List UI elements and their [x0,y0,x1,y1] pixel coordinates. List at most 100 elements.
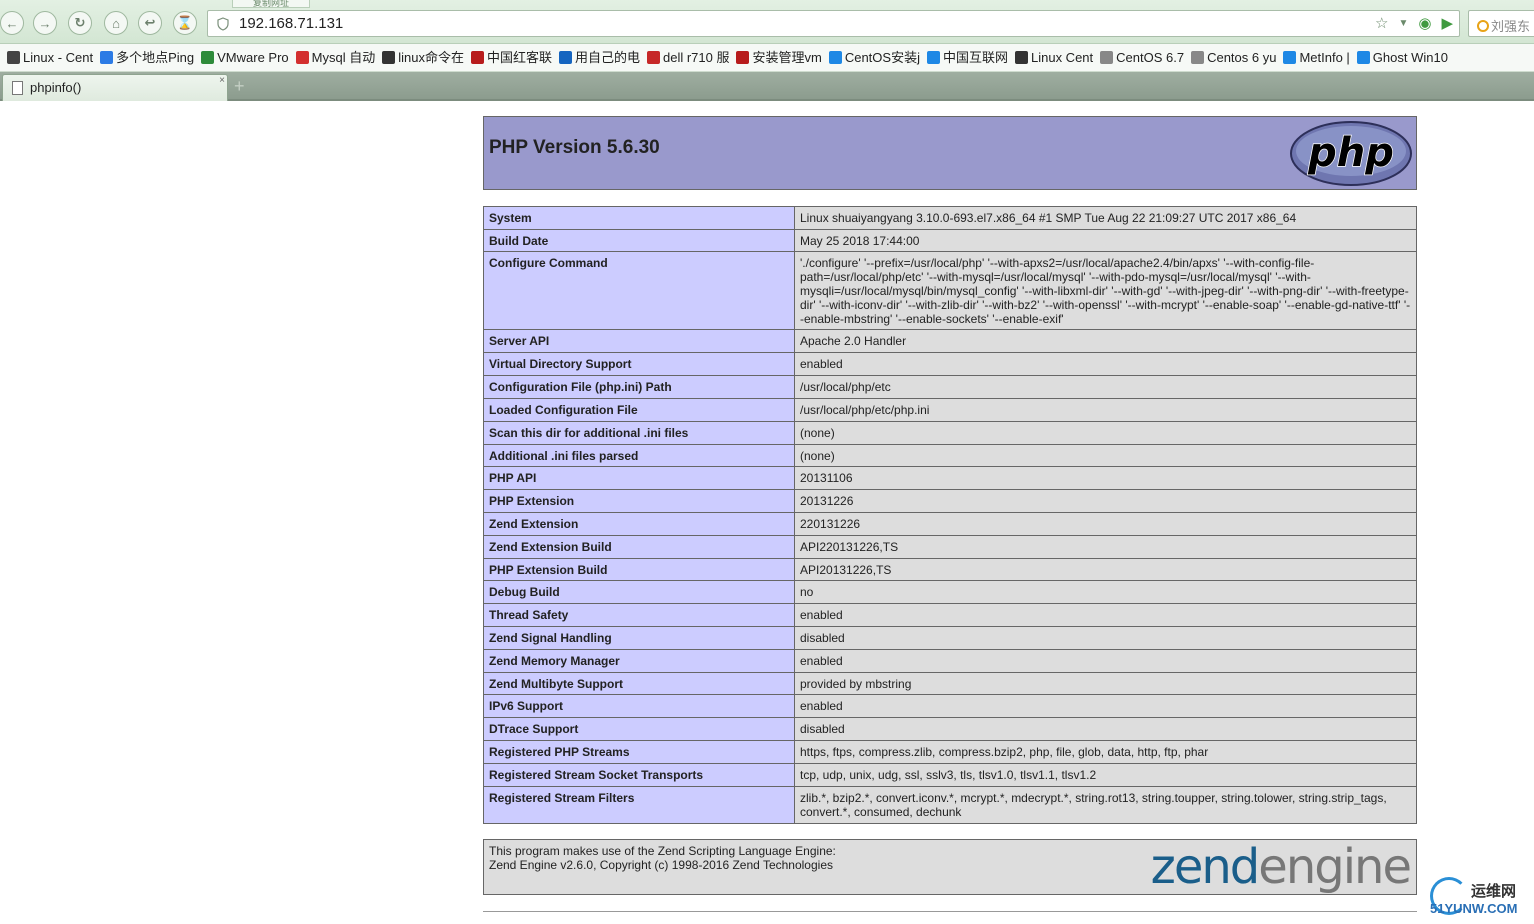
row-key: Virtual Directory Support [483,352,795,376]
address-bar-icons: ☆ ▼ ◉ ▶ [1375,14,1453,32]
table-row: Build Date May 25 2018 17:44:00 [483,229,1417,252]
browser-window: 复制网址 ← → ↻ ⌂ ↩ ⌛ 192.168.71.131 ☆ ▼ ◉ ▶ … [0,0,1534,924]
restore-button[interactable]: ↩ [138,11,162,35]
table-row: IPv6 Support enabled [483,694,1417,718]
row-value: enabled [794,352,1417,376]
table-row: Configuration File (php.ini) Path/usr/lo… [483,375,1417,399]
row-value: (none) [794,444,1417,467]
row-key: Loaded Configuration File [483,398,795,422]
bookmark-item[interactable]: VMware Pro [194,44,289,71]
bookmark-favicon-icon [1014,51,1028,64]
bookmark-label: linux命令在 [398,50,464,65]
table-row: Configure Command './configure' '--prefix… [483,251,1417,330]
bookmark-item[interactable]: Linux Cent [1008,44,1093,71]
bookmark-item[interactable]: 多个地点Ping [93,44,195,71]
row-value: https, ftps, compress.zlib, compress.bzi… [794,740,1417,764]
bookmark-favicon-icon [1100,51,1114,64]
row-key: Registered Stream Socket Transports [483,763,795,787]
table-row: Scan this dir for additional .ini files(… [483,421,1417,445]
zend-credit-line-1: This program makes use of the Zend Scrip… [489,844,836,858]
tab-title: phpinfo() [30,80,82,95]
bookmark-item[interactable]: 中国互联网 [920,44,1008,71]
play-icon[interactable]: ▶ [1441,14,1453,32]
bookmark-favicon-icon [201,51,215,64]
tab-phpinfo[interactable]: phpinfo() × [2,74,228,101]
table-row: Zend Extension Build API220131226,TS [483,535,1417,559]
bookmark-label: CentOS安装j [844,50,920,65]
table-row: Debug Build no [483,580,1417,604]
page-title: PHP Version 5.6.30 [489,137,660,158]
row-value: (none) [794,421,1417,445]
table-row: Registered Stream Filters zlib.*, bzip2.*… [483,786,1417,824]
row-value: /usr/local/php/etc/php.ini [794,398,1417,422]
back-arrow-icon: ← [5,15,19,31]
zend-credit-line-2: Zend Engine v2.6.0, Copyright (c) 1998-2… [489,858,833,872]
bookmark-favicon-icon [1191,51,1205,64]
zend-engine-logo[interactable]: zendengine [1150,839,1412,895]
zend-engine-box: This program makes use of the Zend Scrip… [483,839,1417,895]
search-input[interactable]: 刘强东 [1468,10,1534,37]
bookmark-favicon-icon [736,51,750,64]
new-tab-button[interactable]: + [234,77,245,95]
bottom-divider [483,911,1417,912]
forward-button[interactable]: → [33,11,57,35]
restore-icon: ↩ [144,15,156,30]
row-key: Thread Safety [483,603,795,627]
star-icon[interactable]: ☆ [1375,14,1388,32]
refresh-button[interactable]: ↻ [68,11,92,35]
address-text[interactable]: 192.168.71.131 [239,15,343,32]
forward-arrow-icon: → [38,15,52,31]
bookmark-item[interactable]: linux命令在 [375,44,464,71]
bookmark-label: CentOS 6.7 [1116,50,1185,65]
back-button[interactable]: ← [0,11,24,35]
refresh-icon: ↻ [74,15,86,30]
bookmark-item[interactable]: 用自己的电 [552,44,640,71]
home-icon: ⌂ [112,15,120,31]
copy-url-hint[interactable]: 复制网址 [232,0,310,8]
chevron-down-icon[interactable]: ▼ [1398,18,1408,29]
bookmark-item[interactable]: CentOS 6.7 [1093,44,1185,71]
row-key: PHP API [483,466,795,490]
table-row: PHP API 20131106 [483,466,1417,490]
address-bar[interactable]: 192.168.71.131 ☆ ▼ ◉ ▶ [207,10,1460,37]
tab-strip: phpinfo() × + [0,72,1534,101]
bookmark-item[interactable]: MetInfo | [1276,44,1350,71]
compat-mode-icon[interactable]: ◉ [1418,14,1431,32]
bookmark-label: dell r710 服 [663,50,730,65]
bookmark-favicon-icon [470,51,484,64]
table-row: Additional .ini files parsed (none) [483,444,1417,467]
row-key: Registered Stream Filters [483,786,795,824]
row-key: Zend Signal Handling [483,626,795,650]
document-icon [12,81,23,95]
bookmark-item[interactable]: CentOS安装j [822,44,920,71]
bookmark-label: 中国互联网 [942,50,1008,65]
bookmark-item[interactable]: dell r710 服 [640,44,730,71]
row-key: Registered PHP Streams [483,740,795,764]
row-value: no [794,580,1417,604]
bookmark-item[interactable]: Ghost Win10 [1350,44,1448,71]
row-key: PHP Extension [483,489,795,513]
bookmark-item[interactable]: Mysql 自动 [289,44,376,71]
history-button[interactable]: ⌛ [173,11,197,35]
home-button[interactable]: ⌂ [104,11,128,35]
table-row: Thread Safety enabled [483,603,1417,627]
table-row: Registered Stream Socket Transports tcp, … [483,763,1417,787]
row-value: disabled [794,717,1417,741]
bookmark-favicon-icon [926,51,940,64]
bookmark-label: Mysql 自动 [311,50,376,65]
table-row: Registered PHP Streams https, ftps, compr… [483,740,1417,764]
row-value: enabled [794,694,1417,718]
row-value: provided by mbstring [794,672,1417,695]
bookmark-item[interactable]: Linux - Cent [0,44,93,71]
zend-logo-zend: zend [1150,839,1261,895]
bookmark-item[interactable]: Centos 6 yu [1184,44,1276,71]
row-value: Linux shuaiyangyang 3.10.0-693.el7.x86_6… [794,206,1417,230]
bookmark-item[interactable]: 中国红客联 [464,44,552,71]
bookmark-item[interactable]: 安装管理vm [729,44,822,71]
bookmark-favicon-icon [7,51,20,64]
row-key: Scan this dir for additional .ini files [483,421,795,445]
bookmark-label: 中国红客联 [486,50,552,65]
zend-logo-engine: engine [1258,839,1412,895]
bookmark-label: 多个地点Ping [116,50,195,65]
close-icon[interactable]: × [219,75,225,86]
